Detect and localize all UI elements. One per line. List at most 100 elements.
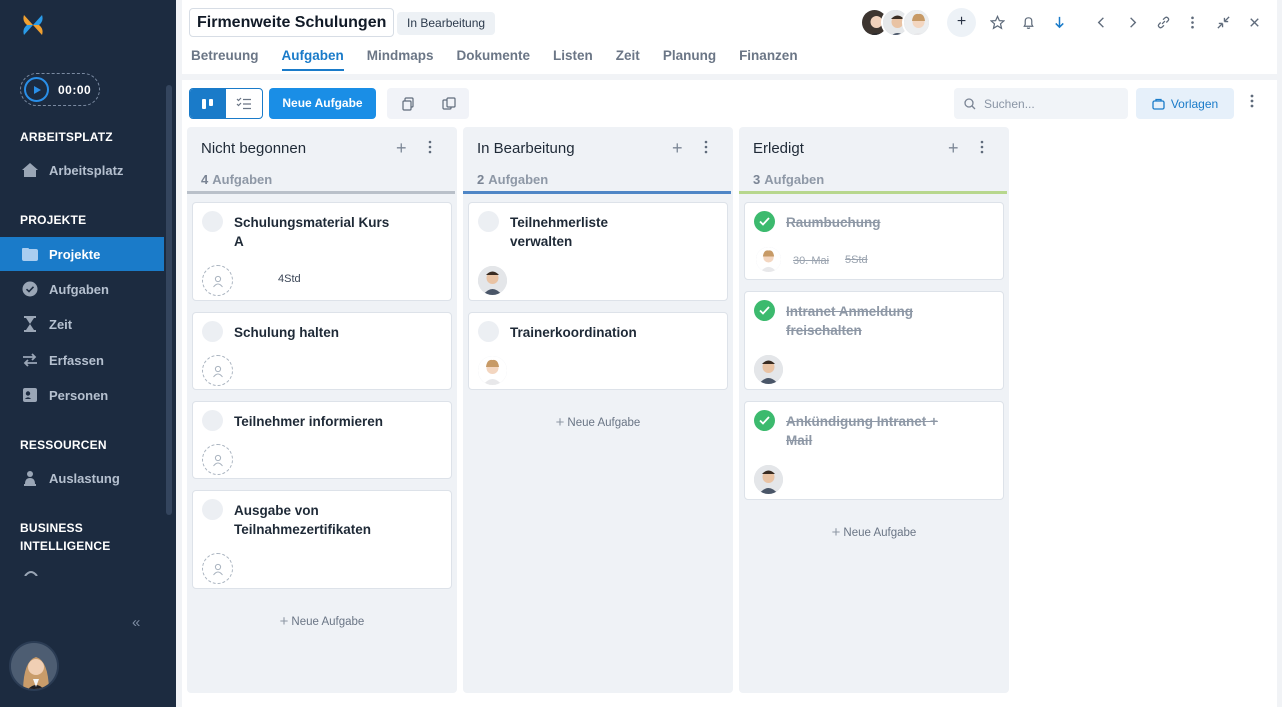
time-tracker[interactable]: 00:00	[20, 73, 100, 106]
add-task-icon[interactable]: +	[948, 138, 959, 159]
tab-finanzen[interactable]: Finanzen	[739, 48, 798, 71]
link-icon[interactable]	[1152, 11, 1174, 33]
search-input[interactable]	[984, 96, 1114, 111]
more-vertical-icon[interactable]	[1181, 11, 1203, 33]
new-task-label: Neue Aufgabe	[291, 616, 365, 628]
section-arbeitsplatz: ARBEITSPLATZ	[20, 130, 113, 144]
current-user-avatar[interactable]	[9, 641, 59, 691]
plus-icon: +	[555, 414, 565, 431]
task-card[interactable]: Ausgabe von Teilnahmezertifikaten	[192, 490, 452, 589]
task-checkbox[interactable]	[202, 410, 223, 431]
play-icon[interactable]	[24, 77, 49, 102]
tab-aufgaben[interactable]: Aufgaben	[281, 48, 344, 71]
task-checkbox[interactable]	[202, 499, 223, 520]
column-new-task-link[interactable]: + Neue Aufgabe	[187, 613, 457, 630]
assignee-placeholder-icon[interactable]	[202, 355, 233, 386]
sidebar-item-personen[interactable]: Personen	[0, 378, 164, 412]
sidebar-item-erfassen[interactable]: Erfassen	[0, 343, 164, 377]
search-box[interactable]	[954, 88, 1128, 119]
assignee-avatar[interactable]	[478, 266, 507, 295]
sidebar-item-aufgaben[interactable]: Aufgaben	[0, 272, 164, 306]
sidebar-item-auslastung[interactable]: Auslastung	[0, 461, 164, 495]
task-card[interactable]: Raumbuchung 30. Mai 5Std	[744, 202, 1004, 280]
app-logo-icon[interactable]	[20, 12, 46, 38]
task-title: Teilnehmerliste verwalten	[510, 213, 680, 251]
sidebar-item-label: Erfassen	[49, 352, 104, 368]
task-checkbox[interactable]	[202, 321, 223, 342]
kanban-view-icon[interactable]	[190, 89, 226, 118]
column-more-icon[interactable]	[704, 140, 708, 154]
add-task-icon[interactable]: +	[672, 138, 683, 159]
tab-listen[interactable]: Listen	[553, 48, 593, 71]
list-view-icon[interactable]	[226, 89, 262, 118]
task-checkbox-checked[interactable]	[754, 211, 775, 232]
sidebar-scrollbar[interactable]	[166, 85, 172, 515]
assignee-avatar[interactable]	[754, 465, 783, 494]
sidebar-item-arbeitsplatz[interactable]: Arbeitsplatz	[0, 153, 164, 187]
new-task-button[interactable]: Neue Aufgabe	[269, 88, 376, 119]
project-title[interactable]: Firmenweite Schulungen	[189, 8, 395, 37]
arrow-down-icon[interactable]	[1048, 11, 1070, 33]
tab-mindmaps[interactable]: Mindmaps	[367, 48, 434, 71]
task-card[interactable]: Intranet Anmeldung freischalten	[744, 291, 1004, 390]
task-card[interactable]: Schulungsmaterial Kurs A 4Std	[192, 202, 452, 301]
close-icon[interactable]	[1243, 11, 1265, 33]
title-line: Teilnahmezertifikaten	[234, 522, 372, 537]
assignee-placeholder-icon[interactable]	[202, 265, 233, 296]
column-new-task-link[interactable]: + Neue Aufgabe	[739, 524, 1009, 541]
add-member-button[interactable]: +	[947, 8, 976, 37]
task-checkbox-checked[interactable]	[754, 410, 775, 431]
copy-icon[interactable]	[387, 88, 428, 119]
column-more-icon[interactable]	[428, 140, 432, 154]
column-erledigt: Erledigt + 3 Aufgaben Raumbuchung 30. Mai…	[739, 127, 1009, 693]
contact-card-icon	[21, 386, 39, 404]
task-card[interactable]: Schulung halten	[192, 312, 452, 390]
task-checkbox[interactable]	[478, 211, 499, 232]
assignee-avatar[interactable]	[478, 356, 507, 385]
star-icon[interactable]	[986, 11, 1008, 33]
assignee-placeholder-icon[interactable]	[202, 553, 233, 584]
templates-button[interactable]: Vorlagen	[1136, 88, 1234, 119]
task-card[interactable]: Teilnehmer informieren	[192, 401, 452, 479]
minimize-icon[interactable]	[1212, 11, 1234, 33]
task-card[interactable]: Teilnehmerliste verwalten	[468, 202, 728, 301]
plus-icon: +	[279, 613, 289, 630]
sidebar-item-zeit[interactable]: Zeit	[0, 307, 164, 341]
status-badge[interactable]: In Bearbeitung	[397, 12, 496, 35]
sidebar-item-label: Zeit	[49, 316, 73, 332]
column-progress-bar	[463, 191, 731, 194]
assignee-placeholder-icon[interactable]	[202, 444, 233, 475]
count-value: 4	[201, 172, 209, 187]
task-duration: 4Std	[278, 273, 301, 285]
assignee-avatar[interactable]	[756, 247, 781, 272]
column-new-task-link[interactable]: + Neue Aufgabe	[463, 414, 733, 431]
bell-icon[interactable]	[1017, 11, 1039, 33]
add-task-icon[interactable]: +	[396, 138, 407, 159]
task-card[interactable]: Trainerkoordination	[468, 312, 728, 390]
person-load-icon	[21, 469, 39, 487]
task-card[interactable]: Ankündigung Intranet + Mail	[744, 401, 1004, 500]
tab-planung[interactable]: Planung	[663, 48, 716, 71]
tab-betreuung[interactable]: Betreuung	[191, 48, 259, 71]
chevron-right-icon[interactable]	[1121, 11, 1143, 33]
assignee-avatar[interactable]	[754, 355, 783, 384]
view-toggle[interactable]	[189, 88, 263, 119]
member-avatar[interactable]	[902, 8, 931, 37]
count-value: 3	[753, 172, 761, 187]
task-checkbox[interactable]	[478, 321, 499, 342]
task-board-panel: Neue Aufgabe Vorlagen Nicht begonnen + 4…	[182, 80, 1277, 707]
sidebar-item-label: Arbeitsplatz	[49, 162, 124, 178]
task-checkbox-checked[interactable]	[754, 300, 775, 321]
collapse-sidebar-icon[interactable]: «	[132, 614, 140, 631]
project-members[interactable]	[860, 8, 931, 37]
duplicate-icon[interactable]	[428, 88, 469, 119]
tab-zeit[interactable]: Zeit	[616, 48, 640, 71]
board-more-icon[interactable]	[1250, 93, 1254, 109]
task-checkbox[interactable]	[202, 211, 223, 232]
sidebar-item-projekte[interactable]: Projekte	[0, 237, 164, 271]
templates-label: Vorlagen	[1170, 96, 1219, 111]
column-more-icon[interactable]	[980, 140, 984, 154]
task-title: Intranet Anmeldung freischalten	[786, 302, 956, 340]
tab-dokumente[interactable]: Dokumente	[457, 48, 531, 71]
chevron-left-icon[interactable]	[1090, 11, 1112, 33]
